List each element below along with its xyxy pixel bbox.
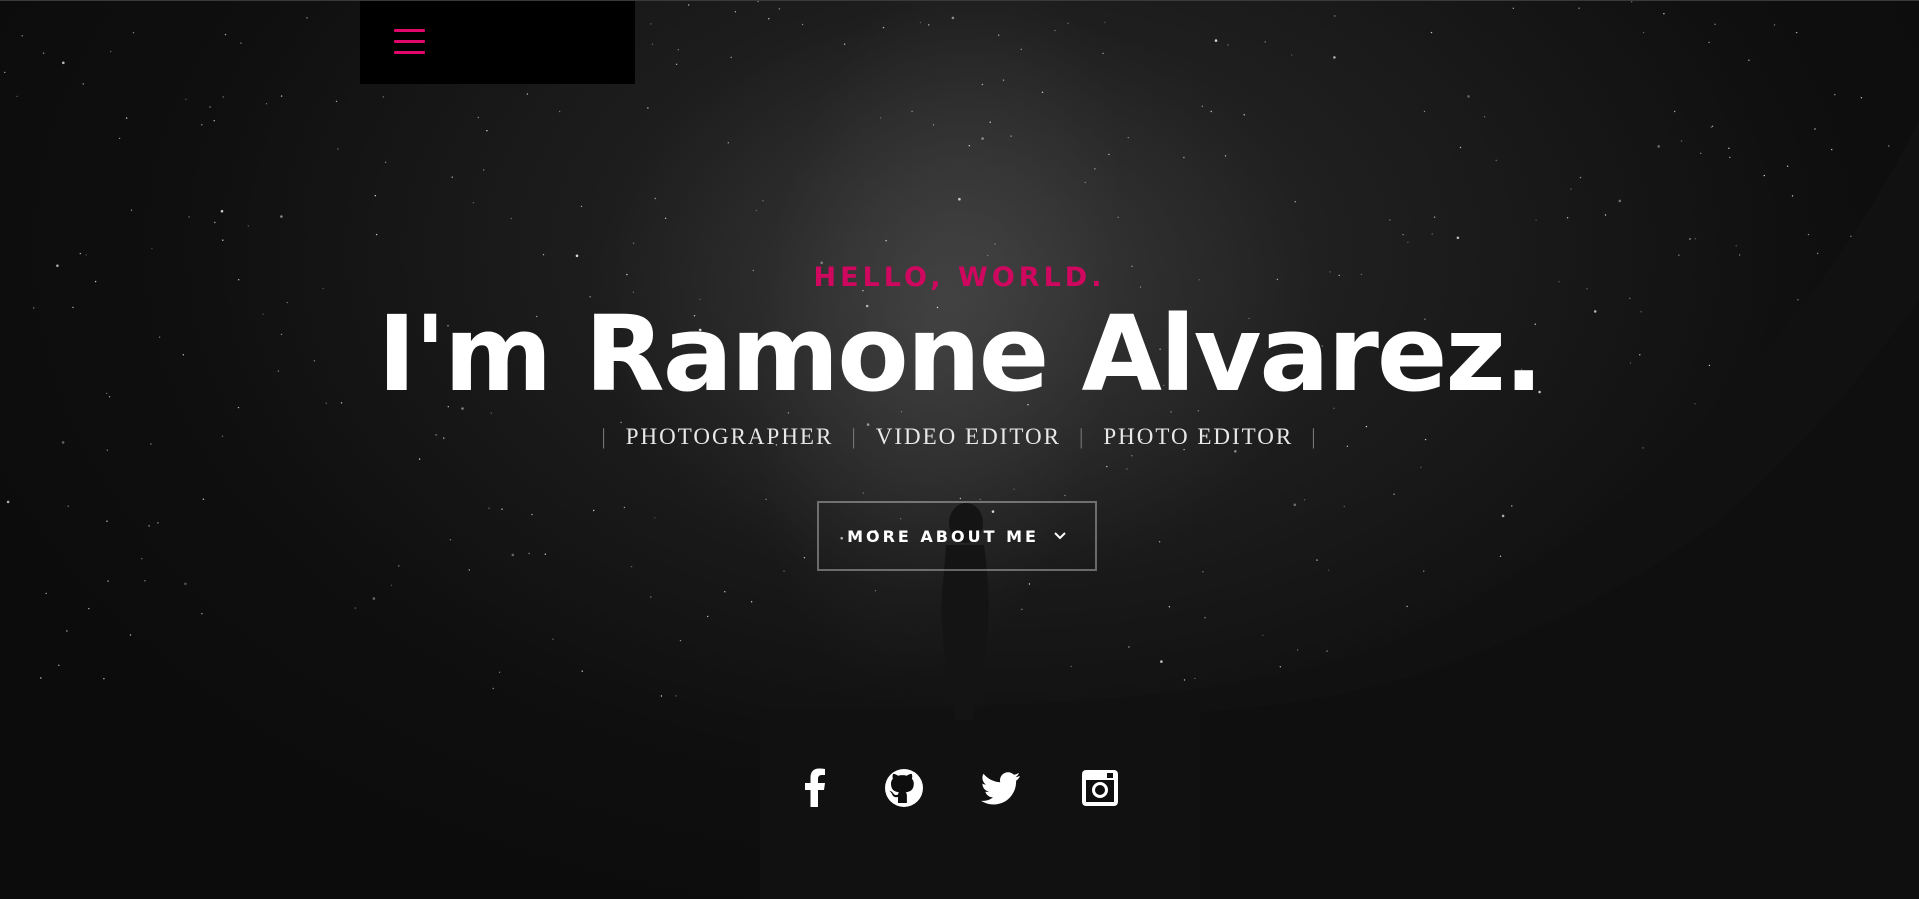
page-title: I'm Ramone Alvarez.	[377, 293, 1544, 415]
facebook-icon	[805, 768, 825, 807]
github-link[interactable]	[881, 765, 927, 811]
chevron-down-icon	[1054, 532, 1066, 540]
role-separator: |	[1311, 424, 1318, 449]
hamburger-icon	[394, 29, 425, 32]
role-separator: |	[601, 424, 608, 449]
top-border	[0, 0, 1919, 1]
hamburger-menu-button[interactable]	[394, 27, 428, 57]
twitter-link[interactable]	[978, 765, 1024, 811]
twitter-icon	[981, 772, 1020, 805]
role-item: PHOTOGRAPHER	[625, 424, 834, 449]
github-icon	[885, 769, 923, 807]
role-item: VIDEO EDITOR	[875, 424, 1061, 449]
hamburger-icon-line	[394, 40, 425, 43]
instagram-icon	[1082, 770, 1118, 806]
social-links	[0, 765, 1919, 811]
instagram-link[interactable]	[1077, 765, 1123, 811]
roles-list: | PHOTOGRAPHER | VIDEO EDITOR | PHOTO EDITOR |	[0, 424, 1919, 450]
more-about-me-label: MORE ABOUT ME	[847, 526, 1039, 546]
facebook-link[interactable]	[792, 765, 838, 811]
role-separator: |	[1078, 424, 1086, 449]
role-separator: |	[851, 424, 858, 449]
hamburger-icon-line	[394, 51, 425, 54]
more-about-me-button[interactable]: MORE ABOUT ME	[817, 501, 1097, 571]
role-item: PHOTO EDITOR	[1103, 424, 1294, 449]
